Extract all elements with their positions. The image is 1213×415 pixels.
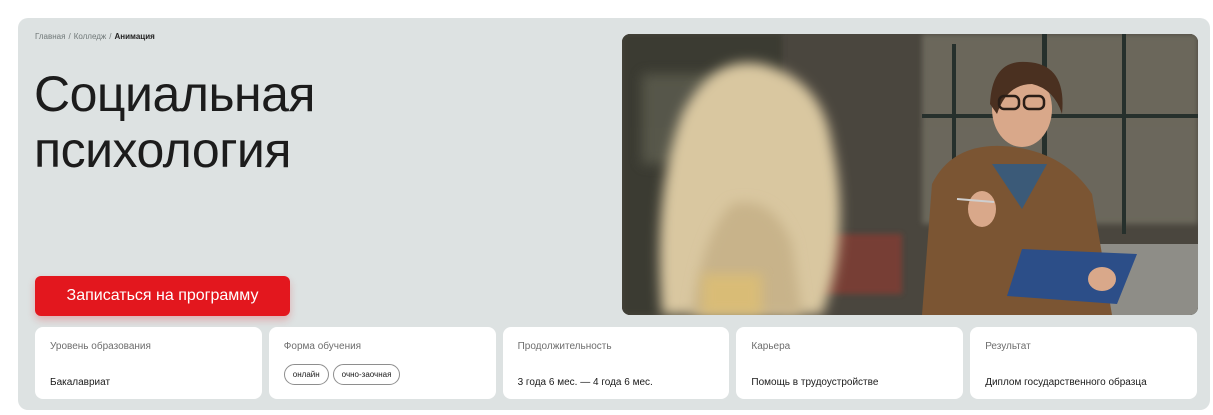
card-value: Бакалавриат <box>50 377 111 388</box>
breadcrumb-current: Анимация <box>114 32 155 41</box>
card-value: 3 года 6 мес. — 4 года 6 мес. <box>517 377 653 388</box>
result-card: Результат Диплом государственного образц… <box>970 327 1197 399</box>
enroll-button[interactable]: Записаться на программу <box>35 276 290 316</box>
program-info-cards: Уровень образования Бакалавриат Форма об… <box>35 327 1197 399</box>
breadcrumb-link-college[interactable]: Колледж <box>74 32 107 41</box>
page-title-line-2: психология <box>34 122 291 178</box>
page-title: Социальная психология <box>34 66 554 178</box>
card-label: Уровень образования <box>50 341 151 352</box>
breadcrumb-link-home[interactable]: Главная <box>35 32 65 41</box>
study-form-tags: онлайн очно-заочная <box>283 364 401 385</box>
page-title-line-1: Социальная <box>34 66 316 122</box>
tag-part-time[interactable]: очно-заочная <box>332 364 401 385</box>
card-label: Карьера <box>751 341 791 352</box>
card-value: Диплом государственного образца <box>985 377 1147 388</box>
card-label: Результат <box>985 341 1031 352</box>
study-form-card: Форма обучения онлайн очно-заочная <box>268 327 496 399</box>
education-level-card: Уровень образования Бакалавриат <box>35 327 262 399</box>
duration-card: Продолжительность 3 года 6 мес. — 4 года… <box>502 327 730 399</box>
career-card: Карьера Помощь в трудоустройстве <box>736 327 964 399</box>
hero-section: Главная / Колледж / Анимация Социальная псих… <box>18 18 1210 410</box>
card-label: Форма обучения <box>283 341 362 352</box>
tag-online[interactable]: онлайн <box>283 364 329 385</box>
breadcrumb-separator: / <box>68 32 71 41</box>
breadcrumb-separator: / <box>109 32 112 41</box>
card-label: Продолжительность <box>517 341 612 352</box>
consultation-photo-illustration <box>622 34 1198 315</box>
breadcrumb: Главная / Колледж / Анимация <box>35 32 155 41</box>
card-value: Помощь в трудоустройстве <box>751 377 879 388</box>
hero-photo <box>622 34 1198 315</box>
